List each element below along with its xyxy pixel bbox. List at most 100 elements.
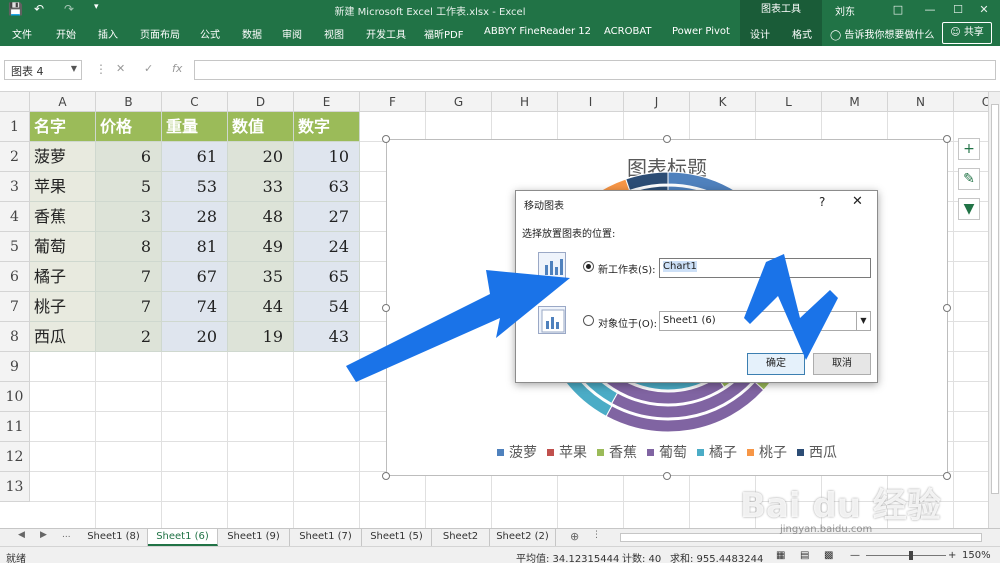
row-header[interactable]: 10 [0,382,30,412]
row-header[interactable]: 5 [0,232,30,262]
tab-home[interactable]: 开始 [56,26,76,41]
select-all-corner[interactable] [0,92,30,112]
page-layout-view-icon[interactable]: ▤ [800,550,809,561]
column-header[interactable]: H [492,92,558,112]
chart-styles-brush-icon[interactable]: ✎ [958,168,980,190]
legend-entry[interactable]: 菠萝 [497,442,537,462]
tab-view[interactable]: 视图 [324,26,344,41]
legend-entry[interactable]: 葡萄 [647,442,687,462]
chart-legend[interactable]: 菠萝 苹果 香蕉 葡萄 橘子 桃子 西瓜 [387,442,947,462]
chart-filters-filter-icon[interactable]: ▼ [958,198,980,220]
tab-design[interactable]: 设计 [750,26,770,41]
tab-acrobat[interactable]: ACROBAT [604,26,652,37]
table-value-cell[interactable]: 67 [162,262,228,292]
table-header-cell[interactable]: 价格 [96,112,162,142]
object-in-select[interactable]: Sheet1 (6) ▼ [659,311,871,331]
user-name[interactable]: 刘东 [835,3,855,18]
row-header[interactable]: 9 [0,352,30,382]
insert-function-icon[interactable]: fx [172,62,182,75]
tab-insert[interactable]: 插入 [98,26,118,41]
row-header[interactable]: 8 [0,322,30,352]
column-header[interactable]: D [228,92,294,112]
column-header[interactable]: B [96,92,162,112]
zoom-level[interactable]: 150% [962,550,991,561]
table-value-cell[interactable]: 28 [162,202,228,232]
tab-file[interactable]: 文件 [12,26,32,41]
tab-developer[interactable]: 开发工具 [366,26,406,41]
table-value-cell[interactable]: 81 [162,232,228,262]
prev-sheet-icon[interactable]: ◀ [18,530,25,540]
vertical-scrollbar[interactable] [988,92,1000,528]
close-window-icon[interactable]: ✕ [966,0,1000,20]
new-sheet-name-input[interactable]: Chart1 [659,258,871,278]
sheet-tab[interactable]: Sheet2 [432,529,490,546]
table-value-cell[interactable]: 7 [96,262,162,292]
column-header[interactable]: J [624,92,690,112]
table-value-cell[interactable]: 33 [228,172,294,202]
table-value-cell[interactable]: 7 [96,292,162,322]
cancel-button[interactable]: 取消 [813,353,871,375]
zoom-slider-thumb[interactable] [909,551,913,560]
sheet-tab[interactable]: Sheet1 (7) [290,529,362,546]
tab-power-pivot[interactable]: Power Pivot [672,26,730,37]
column-header[interactable]: C [162,92,228,112]
table-value-cell[interactable]: 20 [162,322,228,352]
row-header[interactable]: 13 [0,472,30,502]
sheet-tab[interactable]: Sheet1 (8) [80,529,148,546]
more-sheets-icon[interactable]: ... [62,530,71,540]
name-box[interactable]: 图表 4 ▼ [4,60,82,80]
column-header[interactable]: M [822,92,888,112]
row-header[interactable]: 6 [0,262,30,292]
tab-abbyy[interactable]: ABBYY FineReader 12 [484,26,591,37]
table-value-cell[interactable]: 53 [162,172,228,202]
tab-review[interactable]: 审阅 [282,26,302,41]
table-value-cell[interactable]: 63 [294,172,360,202]
column-header[interactable]: N [888,92,954,112]
sheet-tab-active[interactable]: Sheet1 (6) [148,529,218,546]
confirm-entry-icon[interactable]: ✓ [144,62,153,75]
sheet-tab[interactable]: Sheet2 (2) [490,529,556,546]
table-value-cell[interactable]: 65 [294,262,360,292]
legend-entry[interactable]: 香蕉 [597,442,637,462]
table-value-cell[interactable]: 19 [228,322,294,352]
row-header[interactable]: 1 [0,112,30,142]
resize-handle-r[interactable] [943,304,951,312]
column-header[interactable]: O [954,92,988,112]
resize-handle-b[interactable] [663,472,671,480]
legend-entry[interactable]: 苹果 [547,442,587,462]
table-header-cell[interactable]: 数值 [228,112,294,142]
normal-view-icon[interactable]: ▦ [776,550,785,561]
table-value-cell[interactable]: 35 [228,262,294,292]
page-break-view-icon[interactable]: ▩ [824,550,833,561]
resize-handle-t[interactable] [663,135,671,143]
resize-handle-l[interactable] [382,304,390,312]
table-value-cell[interactable]: 54 [294,292,360,322]
table-header-cell[interactable]: 重量 [162,112,228,142]
tab-data[interactable]: 数据 [242,26,262,41]
cancel-entry-icon[interactable]: ✕ [116,62,125,75]
table-value-cell[interactable]: 49 [228,232,294,262]
table-value-cell[interactable]: 74 [162,292,228,322]
table-name-cell[interactable]: 葡萄 [30,232,96,262]
table-value-cell[interactable]: 44 [228,292,294,322]
row-header[interactable]: 3 [0,172,30,202]
table-value-cell[interactable]: 3 [96,202,162,232]
chevron-down-icon[interactable]: ▼ [71,64,77,73]
tab-format[interactable]: 格式 [792,26,812,41]
new-sheet-radio[interactable] [583,261,594,272]
column-header[interactable]: L [756,92,822,112]
share-button[interactable]: ☺ 共享 [942,22,992,44]
table-value-cell[interactable]: 6 [96,142,162,172]
resize-handle-br[interactable] [943,472,951,480]
table-value-cell[interactable]: 10 [294,142,360,172]
tab-formulas[interactable]: 公式 [200,26,220,41]
table-value-cell[interactable]: 20 [228,142,294,172]
column-header[interactable]: G [426,92,492,112]
column-header[interactable]: A [30,92,96,112]
table-value-cell[interactable]: 43 [294,322,360,352]
legend-entry[interactable]: 橘子 [697,442,737,462]
row-header[interactable]: 12 [0,442,30,472]
table-name-cell[interactable]: 菠萝 [30,142,96,172]
ribbon-display-icon[interactable]: □ [880,0,916,20]
sheet-tab[interactable]: Sheet1 (5) [362,529,432,546]
